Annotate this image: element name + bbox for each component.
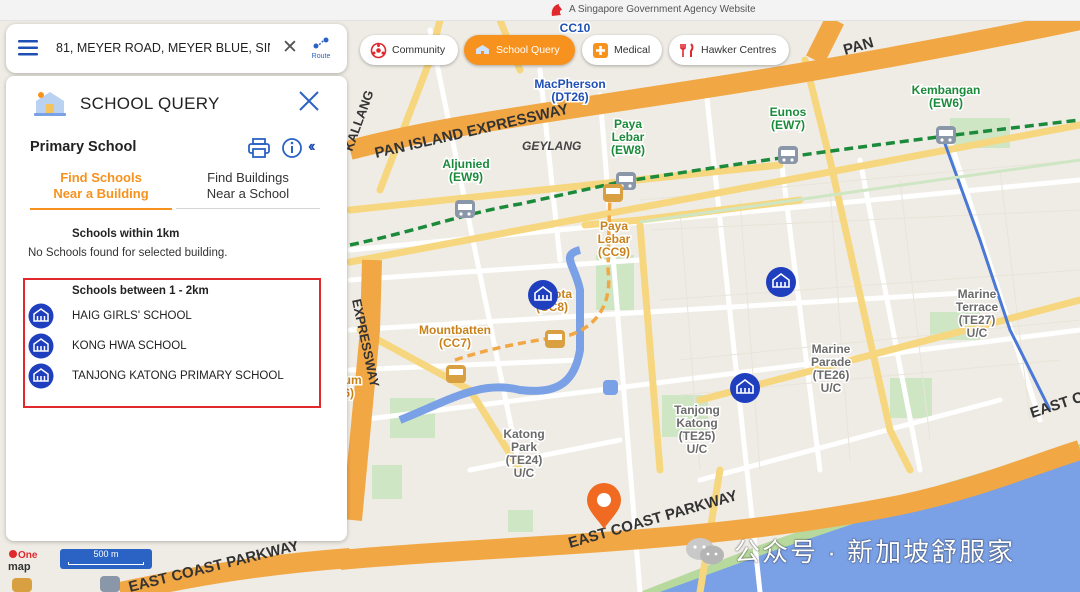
scale-label: 500 m [93,549,119,559]
info-icon[interactable] [281,137,303,159]
station-label: MacPherson [534,77,605,91]
tab-label-line: Find Buildings [207,170,289,185]
between-heading: Schools between 1 - 2km [72,285,209,297]
panel-subtitle: Primary School [30,139,137,155]
station-label: Paya [614,117,642,131]
station-label: Terrace [956,300,999,314]
search-input[interactable]: 81, MEYER ROAD, MEYER BLUE, SINGAPORE [56,41,270,55]
station-label: (CC7) [439,336,471,350]
school-name: KONG HWA SCHOOL [72,340,187,352]
search-bar: 81, MEYER ROAD, MEYER BLUE, SINGAPORE ✕ … [6,24,347,73]
station-label: (TE25) [679,429,716,443]
svg-text:map: map [8,561,31,573]
gov-banner-text: A Singapore Government Agency Website [569,4,756,15]
school-icon [28,333,54,359]
school-icon [474,42,491,59]
scale-bar: 500 m [60,549,152,569]
chip-school-query[interactable]: School Query [464,35,575,65]
station-label: Marine [812,342,851,356]
school-name: TANJONG KATONG PRIMARY SCHOOL [72,370,284,382]
station-label: Eunos [770,105,807,119]
scale-line [68,562,144,565]
station-label: Aljunied [442,157,489,171]
station-label: Tanjong [674,403,720,417]
panel-title: SCHOOL QUERY [80,94,220,113]
station-label: (TE27) [959,313,996,327]
station-label: U/C [821,381,842,395]
station-label: (CC9) [598,245,630,259]
station-label: Lebar [598,232,631,246]
station-label: (TE26) [813,368,850,382]
tab-find-buildings[interactable]: Find Buildings Near a School [176,168,320,209]
station-label: U/C [687,442,708,456]
station-label: Mountbatten [419,323,491,337]
tab-label-line: Near a School [206,186,290,201]
station-label: (EW6) [929,96,963,110]
chip-label: Community [392,44,446,56]
station-label: Kembangan [912,83,981,97]
chip-label: Medical [614,44,651,56]
fork-knife-icon [679,42,696,59]
chip-hawker-centres[interactable]: Hawker Centres [669,35,789,65]
close-icon[interactable] [298,90,320,112]
chip-medical[interactable]: Medical [582,35,662,65]
station-label: Park [511,440,537,454]
community-icon [370,42,387,59]
area-label: GEYLANG [522,139,581,153]
collapse-panel-icon[interactable]: ‹‹ [308,138,315,156]
school-query-logo-icon [34,92,66,116]
onemap-logo: One map [8,550,38,573]
clear-icon[interactable]: ✕ [282,38,298,57]
hamburger-menu-icon[interactable] [18,39,40,57]
tab-find-schools[interactable]: Find Schools Near a Building [30,168,172,210]
station-label: Lebar [612,130,645,144]
tab-label-line: Near a Building [53,186,149,201]
chip-label: School Query [496,44,560,56]
school-marker [730,373,760,403]
station-label: (EW7) [771,118,805,132]
route-icon [313,37,329,49]
route-label: Route [311,53,331,60]
chip-community[interactable]: Community [360,35,458,65]
school-marker [528,280,558,310]
station-label: (DT26) [551,90,588,104]
svg-text:One: One [18,550,38,561]
station-label: Katong [503,427,544,441]
school-query-panel: SCHOOL QUERY Primary School ‹‹ Find Scho… [6,76,347,541]
print-icon[interactable] [247,137,271,159]
tab-label-line: Find Schools [60,170,142,185]
station-label: (EW9) [449,170,483,184]
medical-cross-icon [592,42,609,59]
school-marker [766,267,796,297]
route-button[interactable]: Route [310,36,332,60]
gov-banner: A Singapore Government Agency Website [0,0,1080,21]
lion-head-icon [551,4,562,16]
chip-label: Hawker Centres [701,44,777,56]
station-label: CC10 [560,21,591,35]
wechat-icon [686,537,724,564]
school-icon [28,363,54,389]
station-label: Parade [811,355,851,369]
within-empty-message: No Schools found for selected building. [28,247,228,259]
station-label: Katong [676,416,717,430]
within-heading: Schools within 1km [72,228,180,240]
station-label: U/C [967,326,988,340]
station-label: Marine [958,287,997,301]
watermark: 公众号 · 新加坡舒服家 [684,532,1015,569]
station-label: U/C [514,466,535,480]
watermark-text: 公众号 · 新加坡舒服家 [734,537,1016,567]
school-icon [28,303,54,329]
station-label: (TE24) [506,453,543,467]
school-name: HAIG GIRLS' SCHOOL [72,310,192,322]
station-label: Paya [600,219,628,233]
station-label: (EW8) [611,143,645,157]
